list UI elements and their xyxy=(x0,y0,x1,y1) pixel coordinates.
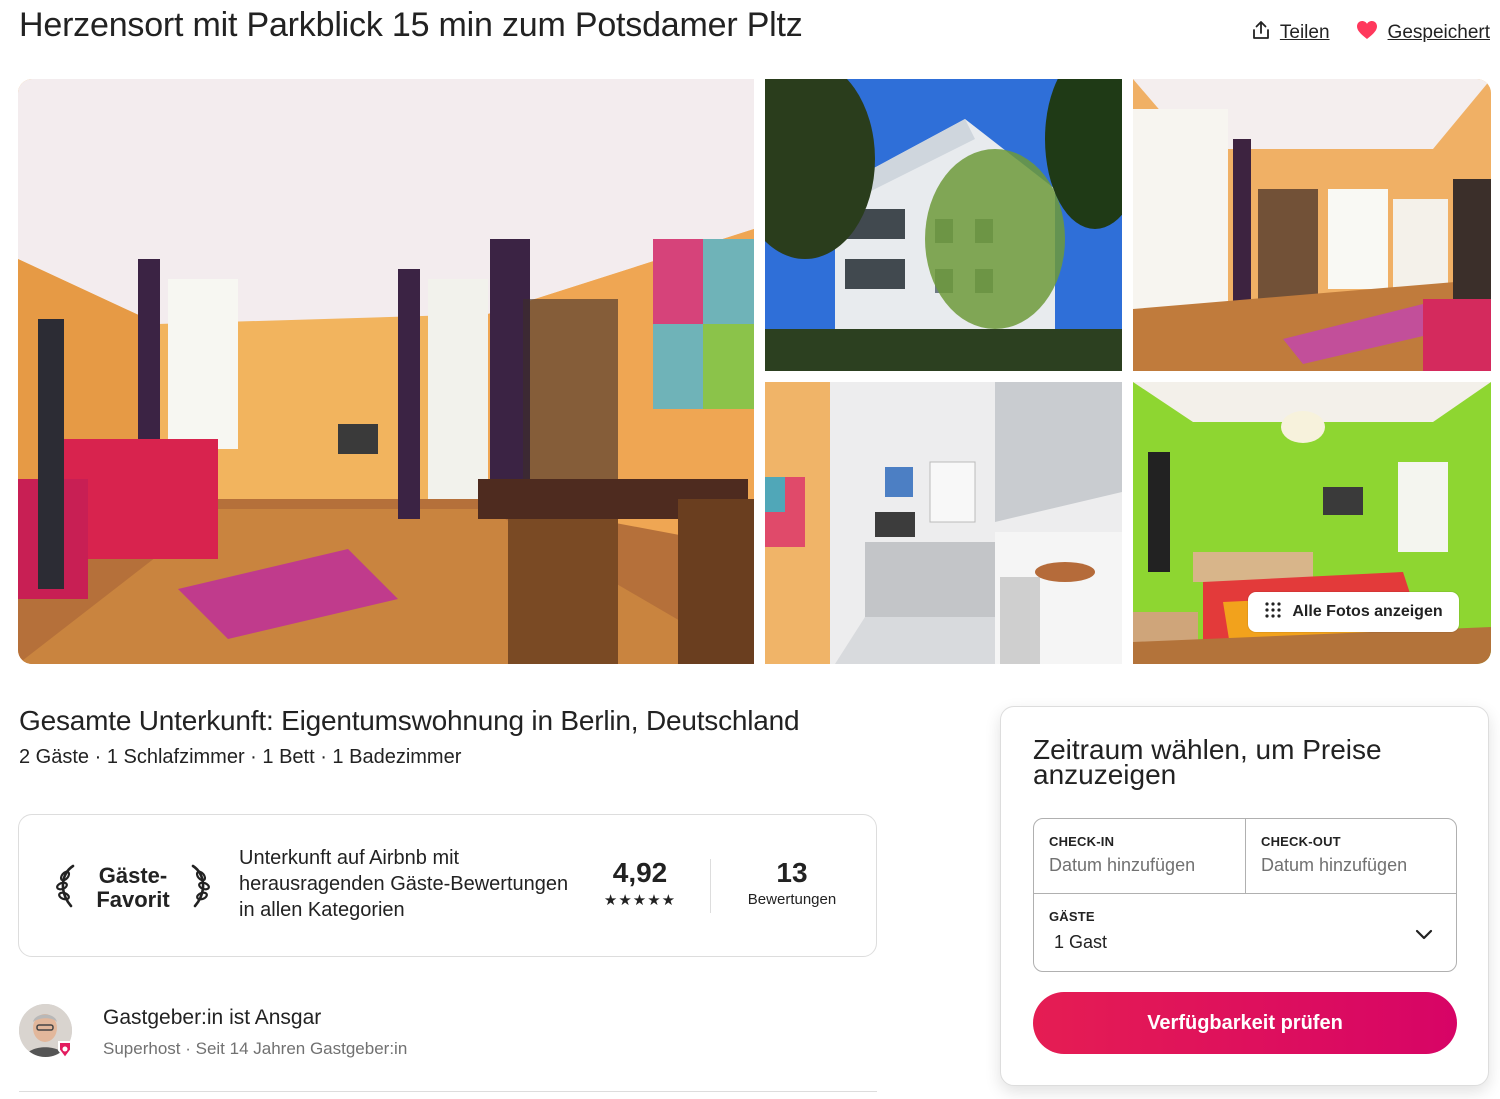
listing-details: 2 Gäste · 1 Schlafzimmer · 1 Bett · 1 Ba… xyxy=(19,746,462,768)
share-label: Teilen xyxy=(1279,22,1330,43)
host-meta: Superhost · Seit 14 Jahren Gastgeber:in xyxy=(103,1039,408,1058)
booking-title: Zeitraum wählen, um Preise anzuzeigen xyxy=(1033,734,1382,790)
listing-subtitle: Gesamte Unterkunft: Eigentumswohnung in … xyxy=(19,705,800,736)
guest-favorite-line1: Gäste- xyxy=(98,863,168,888)
reviews-count: 13 xyxy=(776,857,808,888)
grid-dots-icon xyxy=(1264,601,1282,624)
checkout-label: CHECK-OUT xyxy=(1261,834,1341,849)
save-label: Gespeichert xyxy=(1387,22,1490,43)
host-section: Gastgeber:in ist Ansgar Superhost · Seit… xyxy=(19,1004,877,1092)
photo-gallery xyxy=(18,79,1491,664)
heart-icon xyxy=(1356,20,1378,46)
reviews-label: Bewertungen xyxy=(747,891,837,908)
top-actions: Teilen Gespeichert xyxy=(1252,20,1490,46)
guests-select[interactable]: GÄSTE 1 Gast xyxy=(1034,893,1456,972)
photo-building-exterior[interactable] xyxy=(765,79,1122,371)
superhost-badge-icon xyxy=(55,1040,75,1060)
checkout-field[interactable]: CHECK-OUT Datum hinzufügen xyxy=(1246,819,1458,893)
laurel-left-icon xyxy=(53,862,81,915)
rating-value: 4,92 xyxy=(612,857,668,888)
checkin-label: CHECK-IN xyxy=(1049,834,1115,849)
guests-value: 1 Gast xyxy=(1054,932,1108,952)
listing-title: Herzensort mit Parkblick 15 min zum Pots… xyxy=(19,6,803,44)
guest-favorite-line2: Favorit xyxy=(96,887,170,912)
guests-label: GÄSTE xyxy=(1049,909,1095,924)
photo-living-room[interactable] xyxy=(18,79,754,664)
check-availability-button[interactable]: Verfügbarkeit prüfen xyxy=(1033,992,1457,1054)
checkin-field[interactable]: CHECK-IN Datum hinzufügen xyxy=(1034,819,1246,893)
checkin-placeholder: Datum hinzufügen xyxy=(1049,855,1196,875)
photo-kitchen[interactable] xyxy=(765,382,1122,664)
laurel-right-icon xyxy=(185,862,213,915)
photo-living-room-dining[interactable] xyxy=(1133,79,1491,371)
share-button[interactable]: Teilen xyxy=(1252,20,1330,46)
show-all-photos-label: Alle Fotos anzeigen xyxy=(1292,603,1443,620)
guest-favorite-badge: Gäste- Favorit xyxy=(53,857,213,919)
booking-inputs: CHECK-IN Datum hinzufügen CHECK-OUT Datu… xyxy=(1033,818,1457,972)
chevron-down-icon xyxy=(1414,924,1434,944)
reviews-link[interactable]: 13 Bewertungen xyxy=(737,857,847,908)
show-all-photos-button[interactable]: Alle Fotos anzeigen xyxy=(1248,592,1459,632)
divider xyxy=(710,859,711,913)
checkout-placeholder: Datum hinzufügen xyxy=(1261,855,1408,875)
share-icon xyxy=(1252,20,1270,46)
rating: 4,92 ★★★★★ xyxy=(601,857,679,909)
guest-favorite-badge-text: Gäste- Favorit xyxy=(96,864,169,912)
guest-favorite-card[interactable]: Gäste- Favorit Unterkunft auf Airbnb mit… xyxy=(18,814,877,957)
guest-favorite-description: Unterkunft auf Airbnb mit herausragenden… xyxy=(239,847,569,921)
save-button[interactable]: Gespeichert xyxy=(1356,20,1490,46)
rating-stars: ★★★★★ xyxy=(603,892,677,909)
booking-card: Zeitraum wählen, um Preise anzuzeigen CH… xyxy=(1000,706,1489,1086)
host-name: Gastgeber:in ist Ansgar xyxy=(103,1006,322,1029)
